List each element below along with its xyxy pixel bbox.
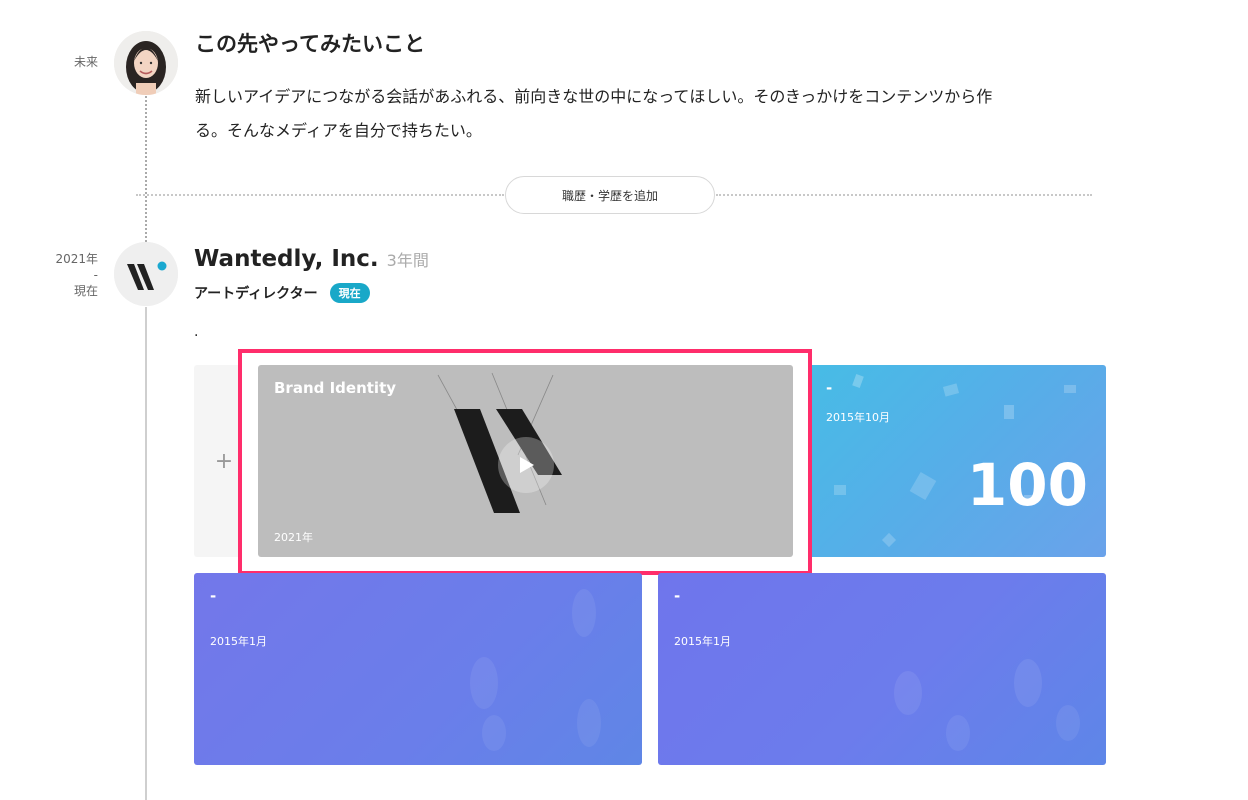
featured-card-date: 2021年 [274, 531, 313, 544]
wantedly-logo-icon [114, 242, 178, 306]
job-description: . [194, 324, 199, 340]
future-body-line2: る。そんなメディアを自分で持ちたい。 [195, 121, 482, 140]
future-side-label: 未来 [73, 55, 98, 69]
future-title: この先やってみたいこと [195, 32, 425, 56]
timeline-dotted-line [145, 96, 147, 246]
avatar-portrait-icon [114, 31, 178, 95]
job-role: アートディレクター [194, 286, 318, 302]
work-card-100[interactable]: - 2015年10月 100 [794, 365, 1106, 557]
blue-card-number: 100 [966, 451, 1088, 519]
job-side-dates: 2021年 - 現在 [38, 251, 98, 299]
plus-icon: + [214, 448, 234, 474]
company-logo[interactable] [114, 242, 178, 306]
purple-right-title: - [674, 587, 681, 605]
separator-left [136, 194, 504, 196]
blue-card-date: 2015年10月 [826, 411, 890, 424]
blue-card-title: - [826, 379, 833, 397]
featured-work-card[interactable]: Brand Identity 2021年 [258, 365, 793, 557]
future-body-line1: 新しいアイデアにつながる会話があふれる、前向きな世の中になってほしい。そのきっか… [195, 87, 993, 106]
job-role-row: アートディレクター 現在 [194, 283, 370, 303]
job-side-to: 現在 [73, 284, 98, 298]
job-duration: 3年間 [386, 251, 429, 270]
work-card-purple-right[interactable]: - 2015年1月 [658, 573, 1106, 765]
separator-right [716, 194, 1092, 196]
play-button[interactable] [498, 437, 554, 493]
play-icon [520, 457, 534, 473]
job-header: Wantedly, Inc. 3年間 [194, 246, 429, 272]
purple-left-title: - [210, 587, 217, 605]
purple-right-date: 2015年1月 [674, 635, 731, 648]
job-side-dash: - [93, 268, 98, 282]
purple-left-date: 2015年1月 [210, 635, 267, 648]
footprints-decoration [470, 589, 601, 751]
current-badge: 現在 [329, 283, 370, 303]
avatar[interactable] [114, 31, 178, 95]
timeline-solid-line [145, 307, 147, 800]
footprints-decoration [894, 659, 1080, 751]
add-career-button[interactable]: 職歴・学歴を追加 [505, 176, 715, 214]
featured-card-title: Brand Identity [274, 379, 397, 397]
work-card-purple-left[interactable]: - 2015年1月 [194, 573, 642, 765]
job-side-from: 2021年 [55, 252, 98, 266]
company-name[interactable]: Wantedly, Inc. [194, 246, 379, 272]
future-body: 新しいアイデアにつながる会話があふれる、前向きな世の中になってほしい。そのきっか… [195, 80, 1105, 148]
